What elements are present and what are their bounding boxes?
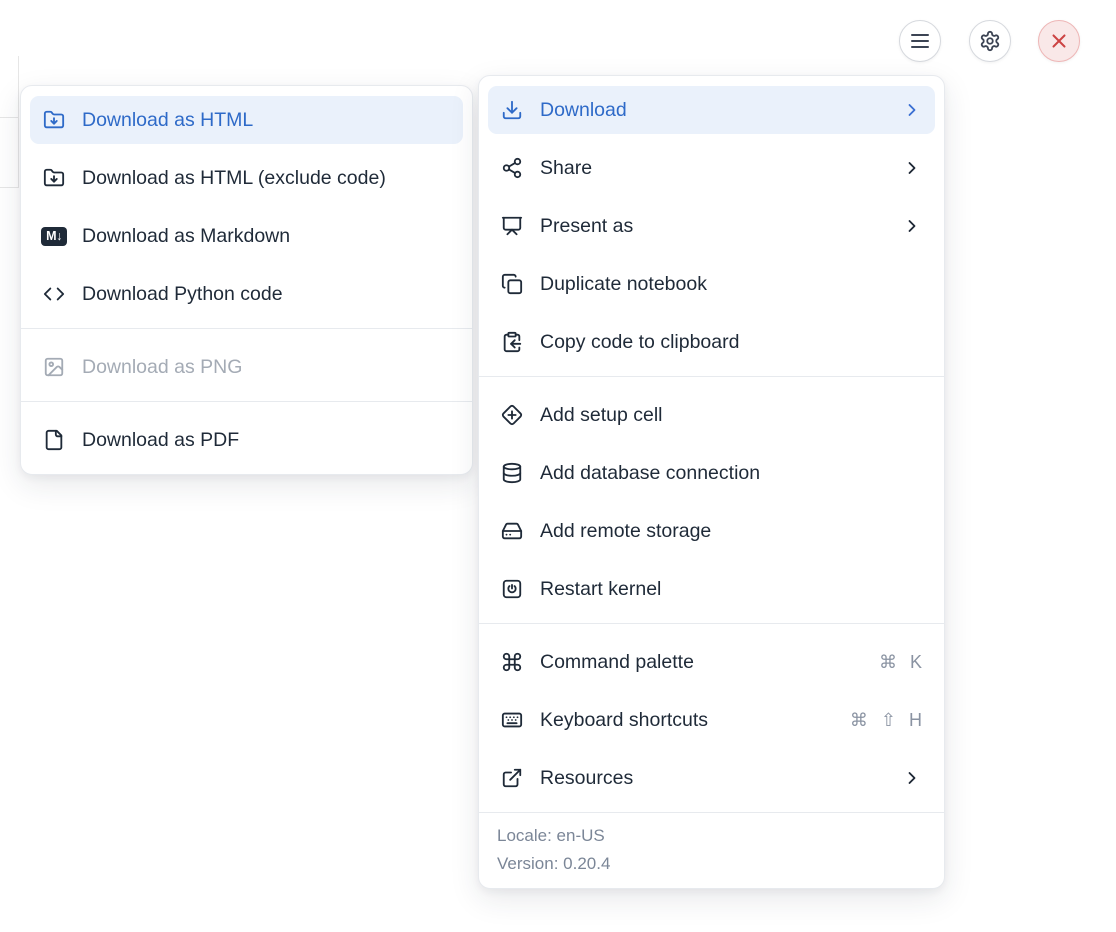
menu-separator xyxy=(479,376,944,377)
presentation-icon xyxy=(501,215,523,237)
menu-item-label: Duplicate notebook xyxy=(540,273,922,296)
chevron-right-icon xyxy=(902,768,922,788)
menu-item-label: Download xyxy=(540,99,885,122)
app-root: { "toolbar": { "menu_button": {"icon": "… xyxy=(0,0,1116,932)
close-icon xyxy=(1048,30,1070,52)
folder-down-icon xyxy=(43,109,65,131)
menu-item-download-as-markdown[interactable]: M↓ Download as Markdown xyxy=(30,212,463,260)
menu-item-label: Download as PDF xyxy=(82,429,450,452)
menu-separator xyxy=(21,328,472,329)
shortcut-hint: ⌘ ⇧ H xyxy=(850,710,922,731)
menu-item-copy-code-to-clipboard[interactable]: Copy code to clipboard xyxy=(488,318,935,366)
menu-item-restart-kernel[interactable]: Restart kernel xyxy=(488,565,935,613)
menu-separator xyxy=(21,401,472,402)
menu-item-download-as-html[interactable]: Download as HTML xyxy=(30,96,463,144)
gear-icon xyxy=(979,30,1001,52)
external-link-icon xyxy=(501,767,523,789)
menu-separator xyxy=(479,623,944,624)
diamond-plus-icon xyxy=(501,404,523,426)
menu-button[interactable] xyxy=(899,20,941,62)
shortcut-hint: ⌘ K xyxy=(879,652,922,673)
hamburger-icon xyxy=(911,34,929,48)
menu-item-label: Download as HTML xyxy=(82,109,450,132)
chevron-right-icon xyxy=(902,158,922,178)
chevron-right-icon xyxy=(902,216,922,236)
menu-item-download-as-png: Download as PNG xyxy=(30,343,463,391)
menu-item-add-remote-storage[interactable]: Add remote storage xyxy=(488,507,935,555)
close-button[interactable] xyxy=(1038,20,1080,62)
menu-item-label: Keyboard shortcuts xyxy=(540,709,833,732)
menu-item-label: Download as PNG xyxy=(82,356,450,379)
menu-item-share[interactable]: Share xyxy=(488,144,935,192)
markdown-icon: M↓ xyxy=(43,225,65,247)
folder-down-icon xyxy=(43,167,65,189)
image-icon xyxy=(43,356,65,378)
version-text: Version: 0.20.4 xyxy=(497,850,926,878)
menu-item-label: Download Python code xyxy=(82,283,450,306)
locale-text: Locale: en-US xyxy=(497,822,926,850)
share-icon xyxy=(501,157,523,179)
menu-item-download-as-html-exclude-code[interactable]: Download as HTML (exclude code) xyxy=(30,154,463,202)
background-content-line xyxy=(0,117,18,118)
download-submenu: Download as HTML Download as HTML (exclu… xyxy=(20,85,473,475)
keyboard-icon xyxy=(501,709,523,731)
copy-icon xyxy=(501,273,523,295)
menu-item-label: Resources xyxy=(540,767,885,790)
menu-item-download-as-pdf[interactable]: Download as PDF xyxy=(30,416,463,464)
menu-item-present-as[interactable]: Present as xyxy=(488,202,935,250)
menu-item-label: Restart kernel xyxy=(540,578,922,601)
menu-item-resources[interactable]: Resources xyxy=(488,754,935,802)
menu-item-duplicate-notebook[interactable]: Duplicate notebook xyxy=(488,260,935,308)
menu-item-command-palette[interactable]: Command palette ⌘ K xyxy=(488,638,935,686)
menu-item-label: Download as Markdown xyxy=(82,225,450,248)
menu-item-label: Add setup cell xyxy=(540,404,922,427)
menu-item-label: Present as xyxy=(540,215,885,238)
menu-item-label: Share xyxy=(540,157,885,180)
menu-footer: Locale: en-US Version: 0.20.4 xyxy=(479,812,944,888)
background-content-line xyxy=(0,187,18,188)
power-square-icon xyxy=(501,578,523,600)
chevron-right-icon xyxy=(902,100,922,120)
code-icon xyxy=(43,283,65,305)
menu-item-download[interactable]: Download xyxy=(488,86,935,134)
database-icon xyxy=(501,462,523,484)
clipboard-copy-icon xyxy=(501,331,523,353)
notebook-menu: Download Share Present as Duplicate note… xyxy=(478,75,945,889)
menu-item-keyboard-shortcuts[interactable]: Keyboard shortcuts ⌘ ⇧ H xyxy=(488,696,935,744)
menu-item-add-database-connection[interactable]: Add database connection xyxy=(488,449,935,497)
menu-item-label: Download as HTML (exclude code) xyxy=(82,167,450,190)
menu-item-download-python-code[interactable]: Download Python code xyxy=(30,270,463,318)
command-icon xyxy=(501,651,523,673)
menu-item-label: Command palette xyxy=(540,651,862,674)
file-icon xyxy=(43,429,65,451)
hard-drive-icon xyxy=(501,520,523,542)
menu-item-add-setup-cell[interactable]: Add setup cell xyxy=(488,391,935,439)
download-icon xyxy=(501,99,523,121)
background-content-edge xyxy=(18,56,19,188)
menu-item-label: Add remote storage xyxy=(540,520,922,543)
menu-item-label: Copy code to clipboard xyxy=(540,331,922,354)
settings-button[interactable] xyxy=(969,20,1011,62)
menu-item-label: Add database connection xyxy=(540,462,922,485)
